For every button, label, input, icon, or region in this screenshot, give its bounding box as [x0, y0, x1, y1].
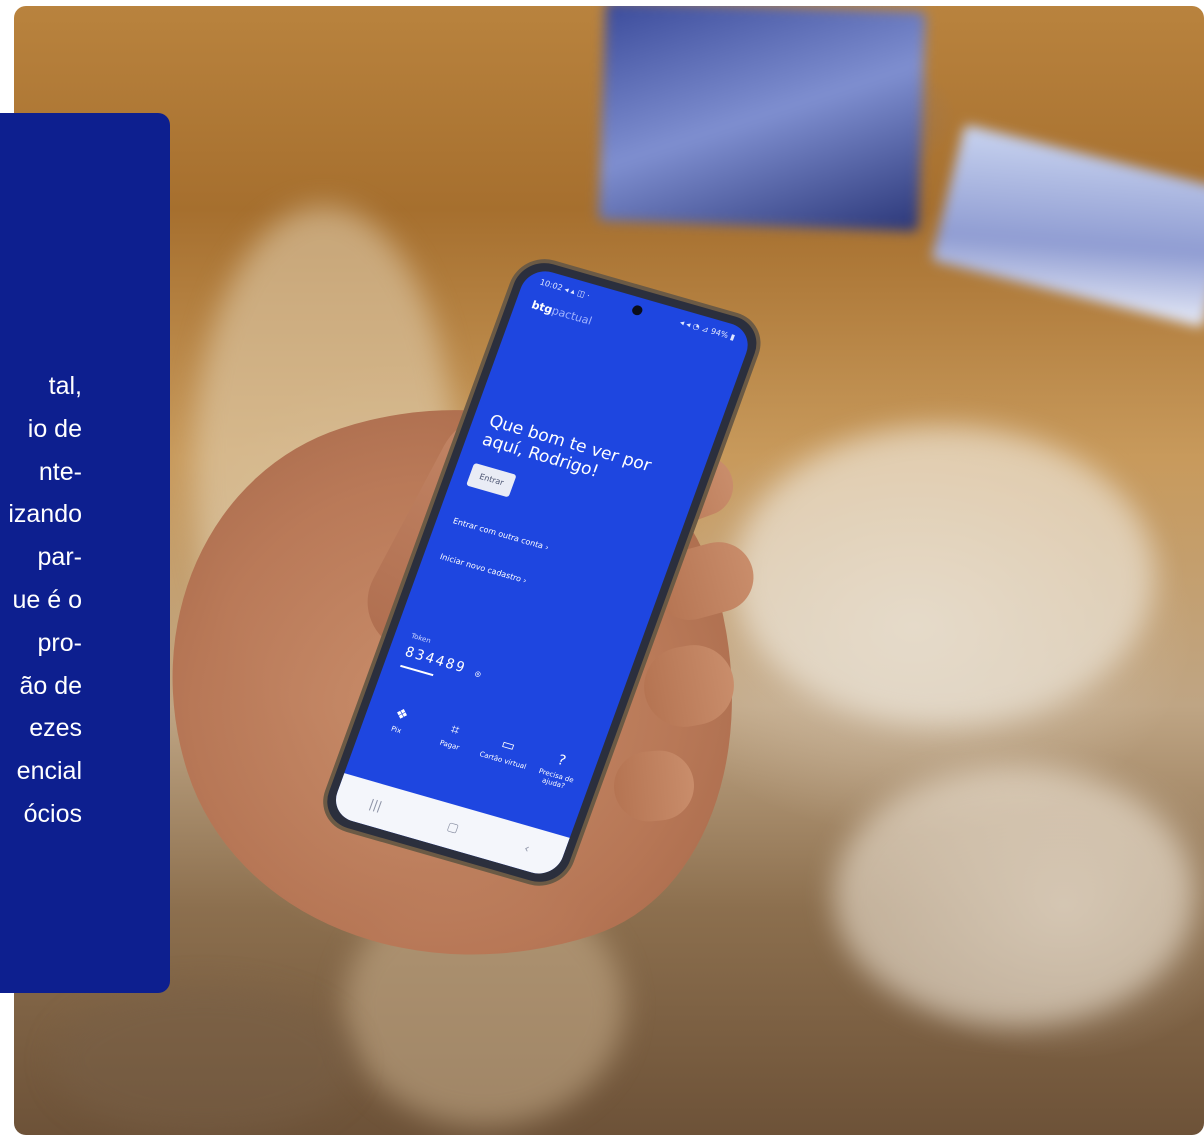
- card-line: pro-: [37, 628, 82, 657]
- token-number: 834489: [402, 644, 469, 677]
- card-line: ue é o: [12, 585, 82, 614]
- pix-icon: ❖: [392, 705, 411, 725]
- logo-subtext: pactual: [549, 304, 594, 328]
- card-paragraph: tal, io de nte- izando par- ue é o pro- …: [0, 365, 82, 836]
- other-account-link[interactable]: Entrar com outra conta ›: [452, 516, 550, 552]
- nav-pagar[interactable]: ⌗ Pagar: [422, 716, 481, 763]
- nav-pix[interactable]: ❖ Pix: [369, 701, 428, 748]
- enter-button[interactable]: Entrar: [466, 462, 517, 498]
- token-label: Token: [409, 631, 432, 645]
- status-left: 10:02 ◂ ▴ ◫ ·: [538, 277, 592, 301]
- phone-body: 10:02 ◂ ▴ ◫ · ◂ ◂ ◔ ⊿ 94% ▮ btgpactual Q…: [318, 256, 765, 889]
- card-line: izando: [8, 500, 82, 529]
- nav-label: Pix: [389, 724, 403, 736]
- qr-icon: ⌗: [448, 721, 462, 739]
- trading-screen-blur: [598, 6, 926, 232]
- card-line: ão de: [19, 671, 82, 700]
- home-icon[interactable]: ▢: [445, 819, 461, 835]
- token-value: 834489 ◎: [403, 644, 486, 681]
- stage: 10:02 ◂ ▴ ◫ · ◂ ◂ ◔ ⊿ 94% ▮ btgpactual Q…: [0, 0, 1204, 1135]
- card-line: io de: [27, 414, 82, 443]
- recents-icon[interactable]: |||: [367, 797, 383, 814]
- card-line: tal,: [48, 372, 82, 400]
- trading-screen-blur: [931, 124, 1204, 328]
- background-photo: 10:02 ◂ ▴ ◫ · ◂ ◂ ◔ ⊿ 94% ▮ btgpactual Q…: [14, 6, 1204, 1135]
- status-right: ◂ ◂ ◔ ⊿ 94% ▮: [678, 317, 737, 342]
- card-line: nte-: [38, 457, 82, 486]
- blurred-desk: [54, 986, 354, 1135]
- blurred-desk: [834, 766, 1194, 1026]
- nav-label: Pagar: [438, 738, 461, 752]
- card-line: ezes: [29, 714, 82, 743]
- text-card: tal, io de nte- izando par- ue é o pro- …: [0, 113, 170, 993]
- card-line: par-: [37, 543, 82, 572]
- card-line: ócios: [23, 799, 82, 828]
- app-logo: btgpactual: [530, 298, 594, 327]
- phone-screen: 10:02 ◂ ▴ ◫ · ◂ ◂ ◔ ⊿ 94% ▮ btgpactual Q…: [329, 265, 755, 880]
- nav-virtual-card[interactable]: ▭ Cartão virtual: [476, 731, 535, 778]
- card-line: encial: [16, 757, 82, 786]
- smartphone: 10:02 ◂ ▴ ◫ · ◂ ◂ ◔ ⊿ 94% ▮ btgpactual Q…: [318, 256, 766, 892]
- nav-help[interactable]: ? Precisa de ajuda?: [529, 747, 588, 794]
- token-eye-icon[interactable]: ◎: [473, 669, 484, 680]
- new-signup-link[interactable]: Iniciar novo cadastro ›: [439, 552, 528, 585]
- blurred-desk: [734, 426, 1154, 726]
- back-icon[interactable]: ‹: [522, 841, 531, 855]
- bottom-nav: ❖ Pix ⌗ Pagar ▭ Cartão virtual ? Precisa…: [369, 701, 588, 794]
